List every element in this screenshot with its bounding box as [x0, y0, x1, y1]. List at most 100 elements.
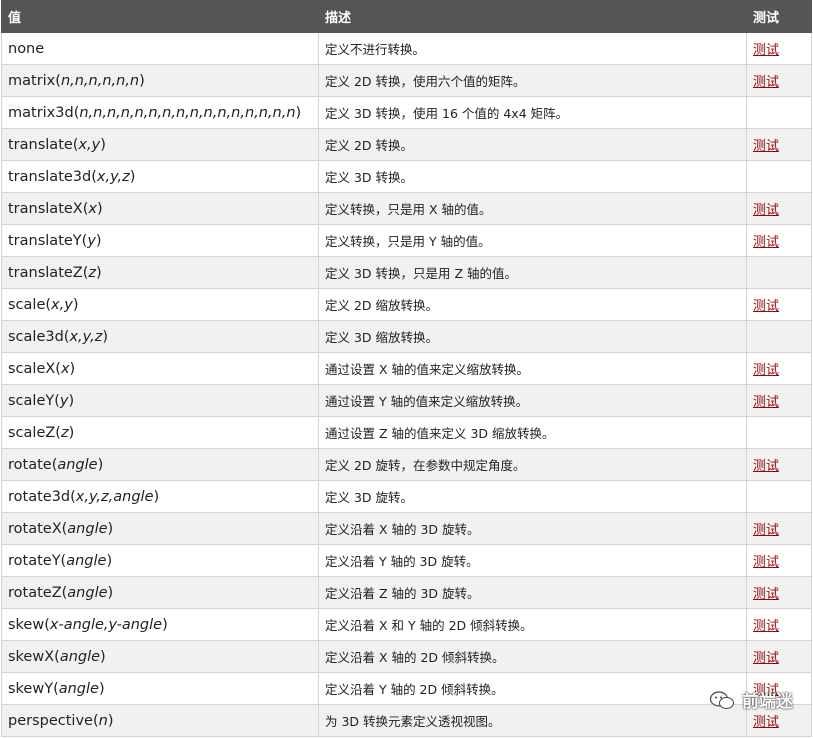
description-cell: 通过设置 X 轴的值来定义缩放转换。	[318, 352, 747, 385]
value-cell: translateX(x)	[1, 192, 319, 225]
function-args: angle	[67, 584, 108, 601]
transform-reference-table-container: 值 描述 测试 none 定义不进行转换。 测试 matrix(n,n,n,n,n,n…	[1, 0, 812, 737]
value-cell: skewX(angle)	[1, 640, 319, 673]
function-name: translateX(	[8, 200, 89, 217]
function-name: matrix(	[8, 72, 61, 89]
test-cell: 测试	[746, 352, 812, 385]
test-cell	[746, 256, 812, 289]
function-args: n	[98, 712, 108, 729]
transform-reference-table: 值 描述 测试 none 定义不进行转换。 测试 matrix(n,n,n,n,n,n…	[1, 0, 812, 737]
table-row: rotateY(angle) 定义沿着 Y 轴的 3D 旋转。 测试	[1, 544, 812, 577]
description-cell: 定义沿着 Y 轴的 3D 旋转。	[318, 544, 747, 577]
function-args: n,n,n,n,n,n	[60, 72, 140, 89]
test-cell: 测试	[746, 576, 812, 609]
table-row: translateY(y) 定义转换，只是用 Y 轴的值。 测试	[1, 224, 812, 257]
test-link[interactable]: 测试	[753, 203, 779, 218]
test-cell: 测试	[746, 640, 812, 673]
header-description: 描述	[318, 0, 747, 33]
function-args: angle	[57, 456, 98, 473]
function-name: matrix3d(	[8, 104, 80, 121]
description-cell: 定义沿着 X 轴的 2D 倾斜转换。	[318, 640, 747, 673]
test-link[interactable]: 测试	[753, 139, 779, 154]
closing-paren: )	[139, 72, 145, 89]
table-row: skew(x-angle,y-angle) 定义沿着 X 和 Y 轴的 2D 倾斜…	[1, 608, 812, 641]
table-row: matrix3d(n,n,n,n,n,n,n,n,n,n,n,n,n,n,n,n…	[1, 96, 812, 129]
description-cell: 定义转换，只是用 Y 轴的值。	[318, 224, 747, 257]
description-cell: 定义转换，只是用 X 轴的值。	[318, 192, 747, 225]
function-args: z	[88, 264, 97, 281]
test-cell: 测试	[746, 672, 812, 705]
table-row: scale3d(x,y,z) 定义 3D 缩放转换。	[1, 320, 812, 353]
test-cell: 测试	[746, 704, 812, 737]
value-cell: rotateY(angle)	[1, 544, 319, 577]
value-cell: scale3d(x,y,z)	[1, 320, 319, 353]
value-cell: skewY(angle)	[1, 672, 319, 705]
description-cell: 定义 3D 缩放转换。	[318, 320, 747, 353]
test-link[interactable]: 测试	[753, 715, 779, 730]
description-cell: 通过设置 Z 轴的值来定义 3D 缩放转换。	[318, 416, 747, 449]
closing-paren: )	[72, 296, 79, 313]
table-row: scaleX(x) 通过设置 X 轴的值来定义缩放转换。 测试	[1, 352, 812, 385]
function-name: rotate3d(	[8, 488, 76, 505]
header-test: 测试	[746, 0, 812, 33]
table-row: rotate(angle) 定义 2D 旋转，在参数中规定角度。 测试	[1, 448, 812, 481]
table-row: scaleZ(z) 通过设置 Z 轴的值来定义 3D 缩放转换。	[1, 416, 812, 449]
test-link[interactable]: 测试	[753, 555, 779, 570]
closing-paren: )	[162, 616, 168, 633]
table-row: skewX(angle) 定义沿着 X 轴的 2D 倾斜转换。 测试	[1, 640, 812, 673]
function-args: x	[60, 360, 70, 377]
function-name: none	[8, 40, 45, 57]
description-cell: 定义不进行转换。	[318, 32, 747, 65]
table-row: perspective(n) 为 3D 转换元素定义透视视图。 测试	[1, 704, 812, 737]
description-cell: 定义沿着 X 轴的 3D 旋转。	[318, 512, 747, 545]
function-args: z	[60, 424, 69, 441]
function-args: x,y,z	[96, 168, 130, 185]
header-value: 值	[1, 0, 319, 33]
description-cell: 定义 3D 转换。	[318, 160, 747, 193]
test-link[interactable]: 测试	[753, 619, 779, 634]
test-cell: 测试	[746, 544, 812, 577]
closing-paren: )	[96, 200, 103, 217]
test-cell	[746, 96, 812, 129]
value-cell: rotate(angle)	[1, 448, 319, 481]
value-cell: skew(x-angle,y-angle)	[1, 608, 319, 641]
table-row: rotateX(angle) 定义沿着 X 轴的 3D 旋转。 测试	[1, 512, 812, 545]
table-row: scale(x,y) 定义 2D 缩放转换。 测试	[1, 288, 812, 321]
test-link[interactable]: 测试	[753, 587, 779, 602]
value-cell: scale(x,y)	[1, 288, 319, 321]
table-row: translate(x,y) 定义 2D 转换。 测试	[1, 128, 812, 161]
function-name: scaleX(	[8, 360, 61, 377]
test-cell: 测试	[746, 512, 812, 545]
closing-paren: )	[102, 328, 108, 345]
test-link[interactable]: 测试	[753, 43, 779, 58]
value-cell: none	[1, 32, 319, 65]
test-link[interactable]: 测试	[753, 523, 779, 538]
test-link[interactable]: 测试	[753, 459, 779, 474]
table-row: rotate3d(x,y,z,angle) 定义 3D 旋转。	[1, 480, 812, 513]
function-name: rotateZ(	[8, 584, 68, 601]
closing-paren: )	[106, 552, 113, 569]
function-name: translateY(	[8, 232, 88, 249]
value-cell: scaleZ(z)	[1, 416, 319, 449]
value-cell: scaleX(x)	[1, 352, 319, 385]
function-name: rotate(	[8, 456, 58, 473]
description-cell: 定义 3D 旋转。	[318, 480, 747, 513]
function-name: skewX(	[8, 648, 60, 665]
test-link[interactable]: 测试	[753, 235, 779, 250]
table-row: translateZ(z) 定义 3D 转换，只是用 Z 轴的值。	[1, 256, 812, 289]
table-row: rotateZ(angle) 定义沿着 Z 轴的 3D 旋转。 测试	[1, 576, 812, 609]
function-args: x,y	[78, 136, 101, 153]
test-link[interactable]: 测试	[753, 683, 779, 698]
test-link[interactable]: 测试	[753, 363, 779, 378]
value-cell: translateY(y)	[1, 224, 319, 257]
test-link[interactable]: 测试	[753, 395, 779, 410]
function-args: x,y,z	[69, 328, 103, 345]
description-cell: 定义 3D 转换，使用 16 个值的 4x4 矩阵。	[318, 96, 747, 129]
test-link[interactable]: 测试	[753, 299, 779, 314]
description-cell: 定义 2D 转换，使用六个值的矩阵。	[318, 64, 747, 97]
description-cell: 通过设置 Y 轴的值来定义缩放转换。	[318, 384, 747, 417]
closing-paren: )	[100, 648, 106, 665]
test-link[interactable]: 测试	[753, 651, 779, 666]
description-cell: 定义 3D 转换，只是用 Z 轴的值。	[318, 256, 747, 289]
test-link[interactable]: 测试	[753, 75, 779, 90]
